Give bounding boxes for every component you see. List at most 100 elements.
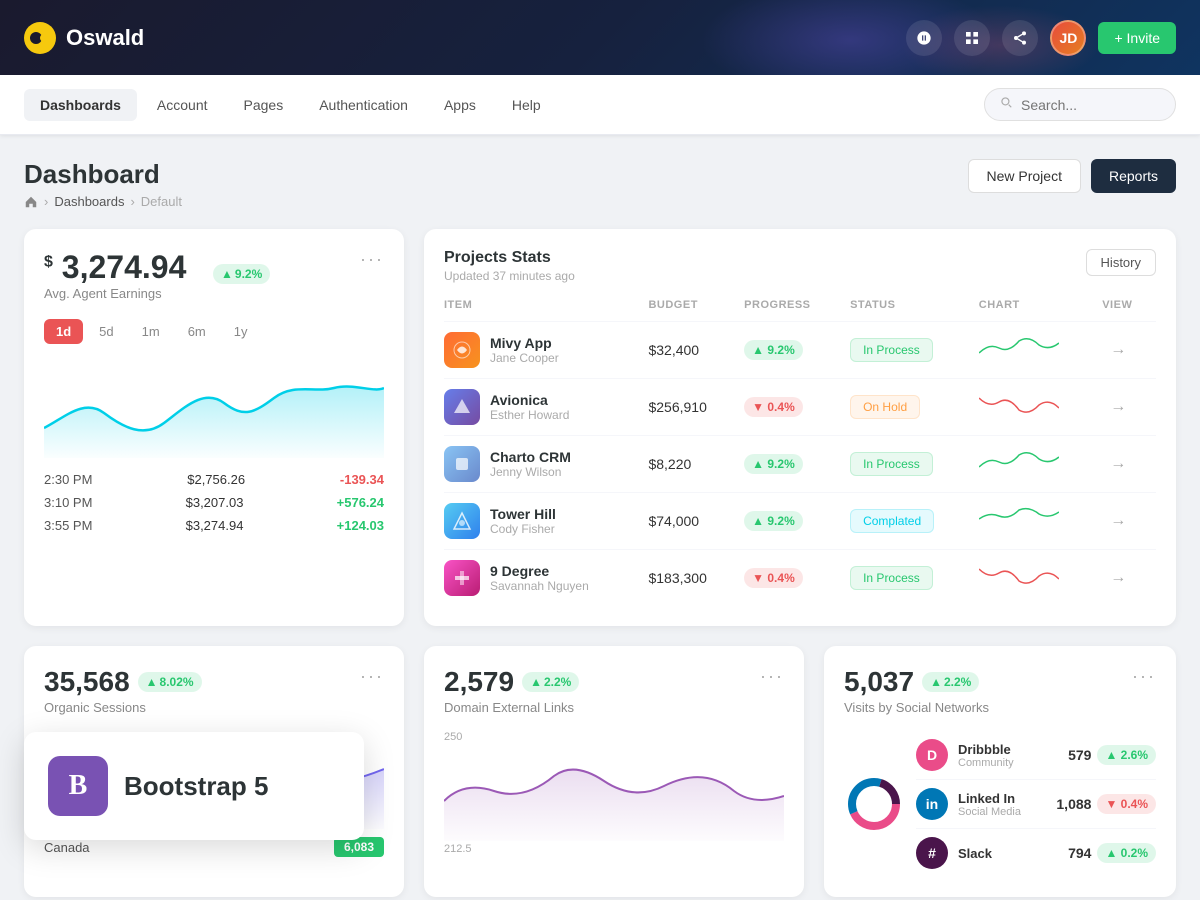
invite-button[interactable]: + Invite	[1098, 22, 1176, 54]
reports-button[interactable]: Reports	[1091, 159, 1176, 193]
logo-text: Oswald	[66, 25, 144, 51]
linkedin-badge: ▼ 0.4%	[1097, 794, 1156, 814]
share-icon-btn[interactable]	[1002, 20, 1038, 56]
bootstrap-icon: B	[48, 756, 108, 816]
links-chart-labels: 250	[444, 731, 784, 743]
project-person: Savannah Nguyen	[490, 579, 589, 593]
sessions-number: 35,568	[44, 666, 130, 698]
country-value: 6,083	[334, 837, 384, 857]
projects-card: Projects Stats Updated 37 minutes ago Hi…	[424, 229, 1176, 626]
table-row: Mivy App Jane Cooper $32,400 ▲ 9.2% In P…	[444, 322, 1156, 379]
sessions-more-btn[interactable]: ···	[360, 666, 384, 687]
entry-change: -139.34	[340, 472, 384, 487]
social-more-btn[interactable]: ···	[1132, 666, 1156, 687]
logo-icon	[24, 22, 56, 54]
col-status: STATUS	[842, 299, 971, 322]
time-filter-1y[interactable]: 1y	[222, 319, 260, 344]
project-item-info: Avionica Esther Howard	[444, 389, 632, 425]
project-progress: ▼ 0.4%	[736, 550, 842, 607]
project-progress: ▲ 9.2%	[736, 436, 842, 493]
history-button[interactable]: History	[1086, 249, 1156, 276]
avatar[interactable]: JD	[1050, 20, 1086, 56]
view-button[interactable]: →	[1102, 451, 1134, 477]
search-input[interactable]	[1021, 97, 1161, 113]
project-person: Cody Fisher	[490, 522, 556, 536]
social-stat-area: 5,037 ▲ 2.2% Visits by Social Networks	[844, 666, 989, 731]
projects-subtitle: Updated 37 minutes ago	[444, 269, 575, 283]
grid-icon-btn[interactable]	[954, 20, 990, 56]
links-stat-area: 2,579 ▲ 2.2% Domain External Links	[444, 666, 579, 731]
social-donut-chart	[844, 774, 904, 834]
col-chart: CHART	[971, 299, 1094, 322]
navbar: Dashboards Account Pages Authentication …	[0, 75, 1200, 135]
social-number: 5,037	[844, 666, 914, 698]
table-row: Tower Hill Cody Fisher $74,000 ▲ 9.2% Co…	[444, 493, 1156, 550]
col-view: VIEW	[1094, 299, 1156, 322]
mini-chart	[979, 333, 1059, 363]
project-progress: ▲ 9.2%	[736, 322, 842, 379]
breadcrumb: › Dashboards › Default	[24, 194, 182, 209]
view-button[interactable]: →	[1102, 394, 1134, 420]
project-budget: $32,400	[640, 322, 736, 379]
time-filter-1m[interactable]: 1m	[130, 319, 172, 344]
project-person: Esther Howard	[490, 408, 569, 422]
table-row: 9 Degree Savannah Nguyen $183,300 ▼ 0.4%…	[444, 550, 1156, 607]
project-item-info: Tower Hill Cody Fisher	[444, 503, 632, 539]
earnings-more-btn[interactable]: ···	[360, 249, 384, 270]
country-name: Canada	[44, 840, 90, 855]
project-avatar	[444, 446, 480, 482]
earnings-card: $ 3,274.94 ▲ 9.2% Avg. Agent Earnings ··…	[24, 229, 404, 626]
nav-item-authentication[interactable]: Authentication	[303, 89, 424, 121]
time-filter-1d[interactable]: 1d	[44, 319, 83, 344]
project-name: Charto CRM	[490, 449, 571, 465]
col-item: ITEM	[444, 299, 640, 322]
time-entry-3: 3:55 PM $3,274.94 +124.03	[44, 518, 384, 533]
time-filter-5d[interactable]: 5d	[87, 319, 125, 344]
dribbble-type: Community	[958, 757, 1041, 769]
view-button[interactable]: →	[1102, 565, 1134, 591]
time-filter-6m[interactable]: 6m	[176, 319, 218, 344]
topbar-actions: JD + Invite	[906, 20, 1176, 56]
sessions-header: 35,568 ▲ 8.02% Organic Sessions ···	[44, 666, 384, 731]
project-budget: $8,220	[640, 436, 736, 493]
project-progress: ▼ 0.4%	[736, 379, 842, 436]
links-badge: ▲ 2.2%	[522, 672, 579, 692]
social-header: 5,037 ▲ 2.2% Visits by Social Networks ·…	[844, 666, 1156, 731]
country-row: Canada 6,083	[44, 837, 384, 857]
slack-badge: ▲ 0.2%	[1097, 843, 1156, 863]
time-filters: 1d 5d 1m 6m 1y	[44, 319, 384, 344]
projects-header: Projects Stats Updated 37 minutes ago Hi…	[444, 249, 1156, 283]
mini-chart	[979, 390, 1059, 420]
table-row: Avionica Esther Howard $256,910 ▼ 0.4% O…	[444, 379, 1156, 436]
entry-change: +576.24	[337, 495, 384, 510]
sessions-stat-area: 35,568 ▲ 8.02% Organic Sessions	[44, 666, 202, 731]
nav-item-apps[interactable]: Apps	[428, 89, 492, 121]
mini-chart	[979, 561, 1059, 591]
status-badge: In Process	[850, 338, 933, 362]
status-badge: In Process	[850, 452, 933, 476]
project-budget: $74,000	[640, 493, 736, 550]
project-item-info: Charto CRM Jenny Wilson	[444, 446, 632, 482]
nav-item-help[interactable]: Help	[496, 89, 557, 121]
earnings-badge: ▲ 9.2%	[213, 264, 270, 284]
time-entry-2: 3:10 PM $3,207.03 +576.24	[44, 495, 384, 510]
linkedin-info: Linked In Social Media	[958, 791, 1041, 818]
new-project-button[interactable]: New Project	[968, 159, 1081, 193]
linkedin-type: Social Media	[958, 806, 1041, 818]
links-more-btn[interactable]: ···	[760, 666, 784, 687]
earnings-amount-area: $ 3,274.94 ▲ 9.2% Avg. Agent Earnings	[44, 249, 270, 315]
social-network-linkedin: in Linked In Social Media 1,088 ▼ 0.4%	[916, 780, 1156, 829]
links-label: Domain External Links	[444, 700, 579, 715]
notification-icon-btn[interactable]	[906, 20, 942, 56]
currency-symbol: $	[44, 253, 53, 270]
view-button[interactable]: →	[1102, 508, 1134, 534]
breadcrumb-dashboards[interactable]: Dashboards	[54, 194, 124, 209]
sessions-badge: ▲ 8.02%	[138, 672, 202, 692]
status-badge: On Hold	[850, 395, 920, 419]
nav-item-account[interactable]: Account	[141, 89, 224, 121]
nav-item-dashboards[interactable]: Dashboards	[24, 89, 137, 121]
project-item-info: Mivy App Jane Cooper	[444, 332, 632, 368]
view-button[interactable]: →	[1102, 337, 1134, 363]
project-name: Avionica	[490, 392, 569, 408]
nav-item-pages[interactable]: Pages	[228, 89, 300, 121]
